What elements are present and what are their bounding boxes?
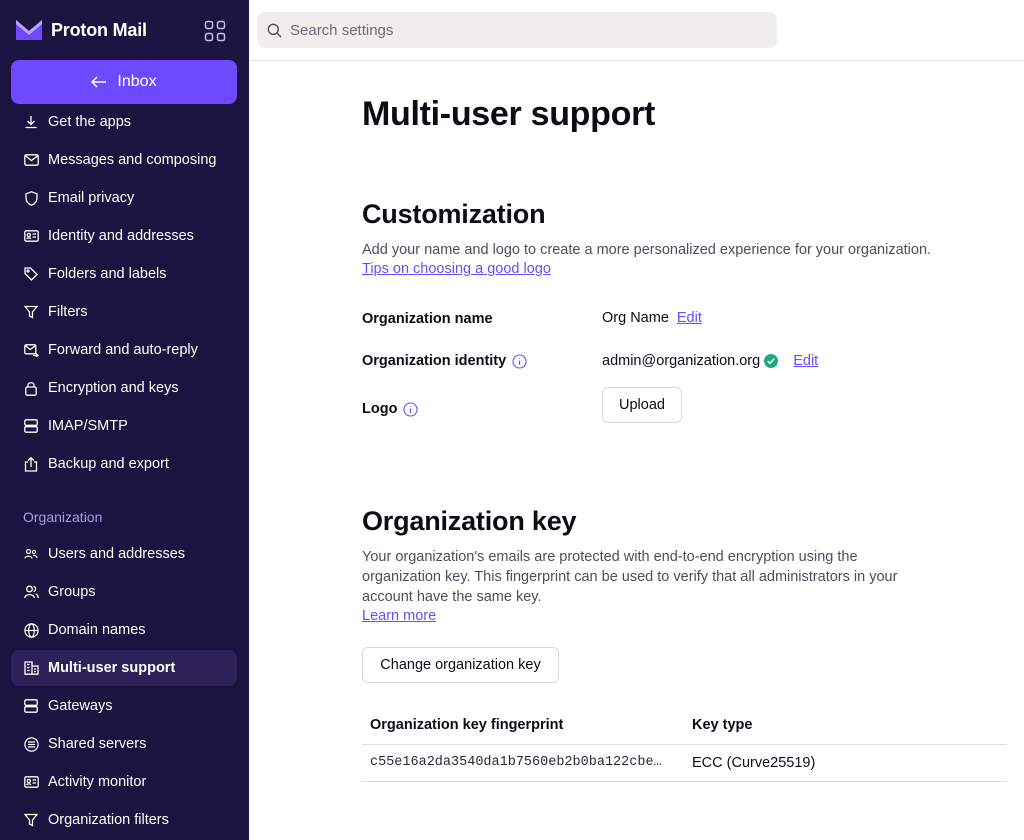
top-bar [249, 0, 1024, 61]
org-identity-value-row: admin@organization.org Edit [602, 353, 818, 369]
customization-heading: Customization [362, 199, 546, 229]
verified-check-icon [764, 354, 779, 368]
sidebar-item-label: Activity monitor [48, 774, 147, 790]
sidebar-item-label: Folders and labels [48, 266, 167, 282]
arrow-left-icon [91, 76, 107, 88]
export-icon [23, 456, 39, 472]
id-card-icon [23, 774, 39, 790]
change-organization-key-button[interactable]: Change organization key [362, 647, 559, 683]
id-card-icon [23, 228, 39, 244]
sidebar-item-label: Get the apps [48, 114, 132, 130]
sidebar-item-label: Messages and composing [48, 152, 217, 168]
key-type-cell: ECC (Curve25519) [684, 744, 1007, 782]
organization-key-table: Organization key fingerprint Key type c5… [362, 706, 1007, 782]
download-icon [23, 114, 39, 130]
sidebar: Proton Mail Inbox Get the apps Messages … [0, 0, 249, 840]
building-icon [23, 660, 39, 676]
search-input[interactable] [290, 21, 750, 39]
shared-servers-icon [23, 736, 39, 752]
sidebar-item-label: Email privacy [48, 190, 135, 206]
sidebar-item-backup-and-export[interactable]: Backup and export [11, 446, 237, 482]
sidebar-item-label: Domain names [48, 622, 146, 638]
sidebar-item-label: Multi-user support [48, 660, 176, 676]
app-switcher-button[interactable] [202, 18, 228, 44]
key-type-column-header: Key type [684, 706, 1007, 745]
org-name-label: Organization name [362, 311, 493, 327]
forward-icon [23, 342, 39, 358]
tips-logo-link[interactable]: Tips on choosing a good logo [362, 261, 551, 277]
sidebar-item-label: Users and addresses [48, 546, 186, 562]
sidebar-item-label: Forward and auto-reply [48, 342, 198, 358]
group-icon [23, 584, 39, 600]
back-to-inbox-button[interactable]: Inbox [11, 60, 237, 104]
sidebar-item-imap-smtp[interactable]: IMAP/SMTP [11, 408, 237, 444]
sidebar-item-label: IMAP/SMTP [48, 418, 128, 434]
search-icon [267, 23, 282, 37]
org-name-value: Org Name [602, 310, 669, 326]
fingerprint-column-header: Organization key fingerprint [362, 706, 684, 745]
organization-section-heading: Organization [23, 509, 103, 525]
globe-icon [23, 622, 39, 638]
sidebar-item-gateways[interactable]: Gateways [11, 688, 237, 724]
sidebar-item-multi-user-support[interactable]: Multi-user support [11, 650, 237, 686]
sidebar-item-label: Identity and addresses [48, 228, 194, 244]
inbox-label: Inbox [117, 73, 157, 90]
sidebar-item-domain-names[interactable]: Domain names [11, 612, 237, 648]
customization-description: Add your name and logo to create a more … [362, 242, 932, 258]
org-name-value-row: Org Name Edit [602, 310, 702, 326]
key-fingerprint-cell: c55e16a2da3540da1b7560eb2b0ba122cbe… [362, 744, 684, 782]
envelope-icon [23, 152, 39, 168]
org-identity-value: admin@organization.org [602, 353, 761, 369]
info-icon[interactable] [512, 353, 527, 369]
table-header-row: Organization key fingerprint Key type [362, 706, 1007, 745]
org-identity-label-text: Organization identity [362, 353, 507, 369]
sidebar-item-encryption-and-keys[interactable]: Encryption and keys [11, 370, 237, 406]
sidebar-item-label: Shared servers [48, 736, 147, 752]
logo-label: Logo [362, 401, 418, 417]
proton-mail-logo-icon [16, 20, 42, 40]
sidebar-item-label: Filters [48, 304, 88, 320]
sidebar-item-filters[interactable]: Filters [11, 294, 237, 330]
page-title: Multi-user support [362, 95, 656, 133]
sidebar-item-forward-and-auto-reply[interactable]: Forward and auto-reply [11, 332, 237, 368]
sidebar-item-identity-and-addresses[interactable]: Identity and addresses [11, 218, 237, 254]
edit-org-identity-link[interactable]: Edit [793, 353, 818, 369]
tag-icon [23, 266, 39, 282]
edit-org-name-link[interactable]: Edit [677, 310, 702, 326]
filter-icon [23, 304, 39, 320]
filter-icon [23, 812, 39, 828]
org-identity-label: Organization identity [362, 353, 527, 369]
organization-key-description: Your organization's emails are protected… [362, 549, 898, 605]
shield-icon [23, 190, 39, 206]
users-icon [23, 546, 39, 562]
apps-grid-icon [204, 20, 226, 42]
sidebar-item-messages-and-composing[interactable]: Messages and composing [11, 142, 237, 178]
sidebar-item-activity-monitor[interactable]: Activity monitor [11, 764, 237, 800]
upload-logo-button[interactable]: Upload [602, 387, 682, 423]
brand-name: Proton Mail [51, 19, 147, 40]
servers-icon [23, 418, 39, 434]
logo-label-text: Logo [362, 401, 398, 417]
sidebar-item-label: Organization filters [48, 812, 169, 828]
proton-mail-logo[interactable]: Proton Mail [15, 17, 147, 43]
sidebar-item-folders-and-labels[interactable]: Folders and labels [11, 256, 237, 292]
sidebar-item-groups[interactable]: Groups [11, 574, 237, 610]
sidebar-item-shared-servers[interactable]: Shared servers [11, 726, 237, 762]
sidebar-item-label: Encryption and keys [48, 380, 179, 396]
search-settings[interactable] [257, 12, 777, 48]
organization-key-heading: Organization key [362, 506, 577, 536]
sidebar-item-label: Backup and export [48, 456, 169, 472]
servers-icon [23, 698, 39, 714]
learn-more-link[interactable]: Learn more [362, 608, 436, 624]
lock-icon [23, 380, 39, 396]
sidebar-item-email-privacy[interactable]: Email privacy [11, 180, 237, 216]
sidebar-item-label: Groups [48, 584, 96, 600]
sidebar-item-organization-filters[interactable]: Organization filters [11, 802, 237, 838]
sidebar-item-get-the-apps[interactable]: Get the apps [11, 104, 237, 140]
sidebar-item-users-and-addresses[interactable]: Users and addresses [11, 536, 237, 572]
info-icon[interactable] [403, 401, 418, 417]
org-name-label-text: Organization name [362, 311, 493, 327]
table-row: c55e16a2da3540da1b7560eb2b0ba122cbe… ECC… [362, 744, 1007, 782]
sidebar-item-label: Gateways [48, 698, 113, 714]
